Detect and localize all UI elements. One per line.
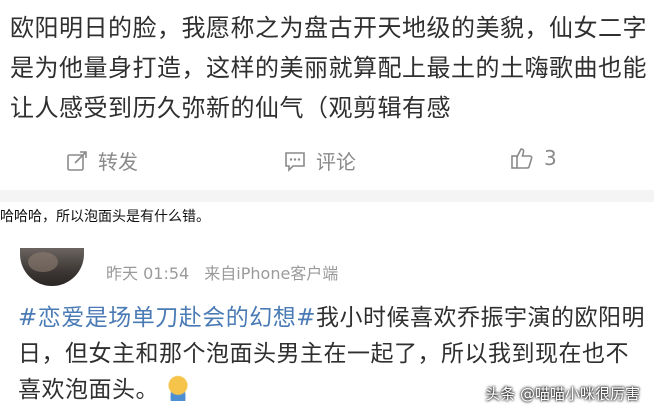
post2-header: 昨天 01:54 来自iPhone客户端 xyxy=(0,248,654,292)
avatar[interactable] xyxy=(20,248,84,286)
post-time: 昨天 01:54 xyxy=(106,264,190,283)
crying-emoji-icon xyxy=(167,375,189,401)
separator xyxy=(0,190,654,202)
thumbs-up-icon xyxy=(510,146,534,170)
share-icon xyxy=(66,150,88,172)
repost-button[interactable]: 转发 xyxy=(66,146,138,175)
comment-icon xyxy=(284,150,306,172)
comment-label: 评论 xyxy=(316,150,356,174)
comment-button[interactable]: 评论 xyxy=(284,146,356,175)
like-button[interactable]: 3 xyxy=(510,146,557,170)
post1-text: 欧阳明日的脸，我愿称之为盘古开天地级的美貌，仙女二字是为他量身打造，这样的美丽就… xyxy=(10,14,647,122)
watermark: 头条 @喵喵小咪很厉害 xyxy=(485,385,640,403)
repost-label: 转发 xyxy=(98,150,138,174)
hashtag-link[interactable]: #恋爱是场单刀赴会的幻想# xyxy=(18,305,316,331)
action-bar: 转发 评论 3 xyxy=(0,138,654,188)
post2-meta: 昨天 01:54 来自iPhone客户端 xyxy=(106,260,348,284)
like-count: 3 xyxy=(544,146,557,170)
post-source: 来自iPhone客户端 xyxy=(204,264,339,283)
caption-text: 哈哈哈，所以泡面头是有什么错。 xyxy=(0,209,210,225)
